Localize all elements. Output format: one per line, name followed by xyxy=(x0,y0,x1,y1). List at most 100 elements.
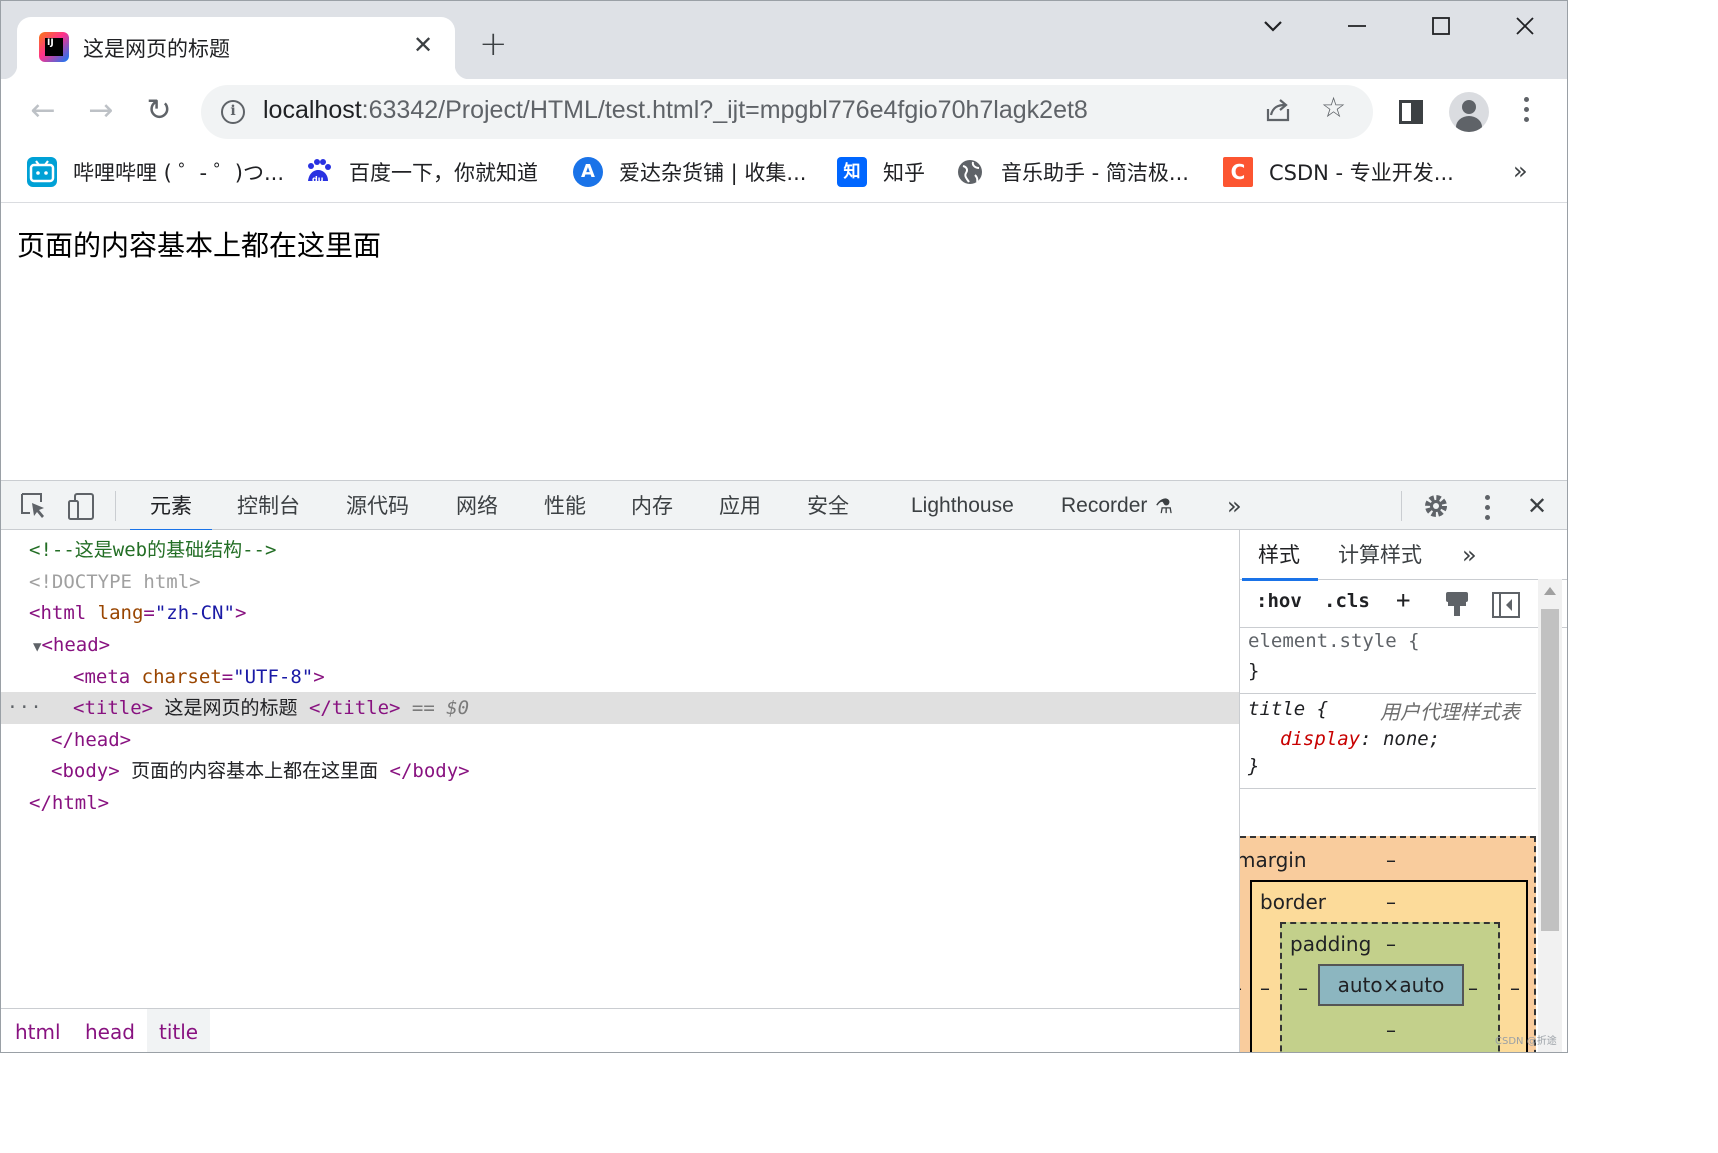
bookmarks-overflow-icon[interactable]: » xyxy=(1513,157,1528,185)
user-agent-stylesheet-label: 用户代理样式表 xyxy=(1380,700,1520,724)
bookmark-label: 音乐助手 - 简洁极... xyxy=(1001,161,1189,185)
tab-computed[interactable]: 计算样式 xyxy=(1338,530,1422,580)
site-info-icon[interactable]: i xyxy=(221,100,245,124)
breadcrumb-html[interactable]: html xyxy=(3,1009,73,1052)
element-style-rule[interactable]: element.style { xyxy=(1248,630,1420,652)
paint-brush-icon[interactable] xyxy=(1444,590,1470,622)
row-actions-icon[interactable]: ··· xyxy=(7,692,43,724)
window-close-icon[interactable] xyxy=(1505,13,1545,47)
lang-value: "zh-CN" xyxy=(154,602,235,624)
dom-node-meta[interactable]: <meta charset="UTF-8"> xyxy=(1,661,1239,693)
border-label: border xyxy=(1260,890,1327,914)
browser-tab[interactable]: IJ 这是网页的标题 ✕ xyxy=(3,17,469,79)
maximize-icon[interactable] xyxy=(1421,13,1461,47)
breadcrumb-head[interactable]: head xyxy=(73,1009,147,1052)
dom-node-body[interactable]: <body> 页面的内容基本上都在这里面 </body> xyxy=(1,755,1239,787)
side-panel-icon[interactable] xyxy=(1399,100,1423,124)
rule-close-brace: } xyxy=(1248,755,1260,777)
tab-lighthouse[interactable]: Lighthouse xyxy=(911,481,1014,531)
bookmark-music[interactable]: 音乐助手 - 简洁极... xyxy=(955,155,1189,189)
lang-attribute: lang xyxy=(86,602,144,624)
bookmark-label: 哔哩哔哩 ( ゜- ゜)つ... xyxy=(73,161,285,185)
doctype-text: <!DOCTYPE html> xyxy=(29,571,201,593)
box-model-padding[interactable]: padding – – – – auto×auto xyxy=(1280,922,1500,1052)
dom-node-head[interactable]: ▼<head> xyxy=(1,629,1239,661)
display-declaration[interactable]: display: none; xyxy=(1280,728,1440,750)
padding-bottom-value: – xyxy=(1386,1018,1396,1042)
margin-top-value: – xyxy=(1386,848,1396,872)
browser-window: IJ 这是网页的标题 ✕ + ← → ↻ i localhost:63342/P… xyxy=(0,0,1568,1053)
box-model-border[interactable]: border – – – padding – – – – auto×auto xyxy=(1250,880,1528,1052)
cls-toggle[interactable]: .cls xyxy=(1324,590,1370,612)
address-bar[interactable]: i localhost:63342/Project/HTML/test.html… xyxy=(201,85,1373,139)
toolbar-divider xyxy=(1401,491,1402,521)
bookmark-bilibili[interactable]: 哔哩哔哩 ( ゜- ゜)つ... xyxy=(27,155,284,189)
dom-node-comment[interactable]: <!--这是web的基础结构--> xyxy=(1,534,1239,566)
padding-left-value: – xyxy=(1298,976,1308,1000)
tab-recorder[interactable]: Recorder xyxy=(1061,481,1147,531)
dom-node-title-selected[interactable]: ··· <title> 这是网页的标题 </title> == $0 xyxy=(1,692,1239,724)
tab-title: 这是网页的标题 xyxy=(83,37,230,61)
tab-styles[interactable]: 样式 xyxy=(1242,530,1318,581)
box-model-content[interactable]: auto×auto xyxy=(1318,964,1464,1006)
inspect-element-icon[interactable] xyxy=(19,491,49,521)
styles-scrollbar[interactable] xyxy=(1538,579,1562,1052)
dom-node-doctype[interactable]: <!DOCTYPE html> xyxy=(1,566,1239,598)
bookmark-star-icon[interactable]: ☆ xyxy=(1321,91,1346,124)
box-model-margin[interactable]: margin – – – border – – – padding – – – … xyxy=(1240,836,1536,1052)
settings-gear-icon[interactable] xyxy=(1421,491,1451,521)
tab-application[interactable]: 应用 xyxy=(719,481,761,531)
tab-close-icon[interactable]: ✕ xyxy=(413,31,433,59)
hov-toggle[interactable]: :hov xyxy=(1256,590,1302,612)
devtools-menu-icon[interactable] xyxy=(1483,495,1491,520)
bookmark-csdn[interactable]: C CSDN - 专业开发... xyxy=(1223,155,1454,189)
zhihu-icon: 知 xyxy=(837,157,867,187)
bookmark-aida[interactable]: A 爱达杂货铺 | 收集... xyxy=(573,155,806,189)
toggle-sidebar-icon[interactable] xyxy=(1492,592,1520,622)
dom-node-head-close[interactable]: </head> xyxy=(1,724,1239,756)
forward-icon[interactable]: → xyxy=(83,95,119,131)
rule-divider xyxy=(1240,693,1536,694)
more-tabs-icon[interactable]: » xyxy=(1227,481,1242,531)
html-tag: <html xyxy=(29,602,87,624)
charset-attribute: charset xyxy=(130,666,222,688)
globe-icon xyxy=(955,157,985,187)
scrollbar-thumb[interactable] xyxy=(1541,609,1559,931)
devtools-close-icon[interactable]: ✕ xyxy=(1527,481,1547,531)
styles-more-icon[interactable]: » xyxy=(1462,530,1477,580)
scroll-up-icon[interactable] xyxy=(1544,587,1556,595)
border-right-value: – xyxy=(1510,976,1520,1000)
tab-performance[interactable]: 性能 xyxy=(544,481,586,531)
minimize-icon[interactable] xyxy=(1337,13,1377,47)
tab-console[interactable]: 控制台 xyxy=(237,481,300,531)
share-icon[interactable] xyxy=(1263,95,1293,132)
tab-security[interactable]: 安全 xyxy=(807,481,849,531)
tab-network[interactable]: 网络 xyxy=(456,481,498,531)
bookmarks-bar: 哔哩哔哩 ( ゜- ゜)つ... du 百度一下，你就知道 A 爱达杂货铺 | … xyxy=(1,145,1567,203)
back-icon[interactable]: ← xyxy=(25,95,61,131)
tab-elements[interactable]: 元素 xyxy=(130,481,212,532)
bookmark-zhihu[interactable]: 知 知乎 xyxy=(837,155,925,189)
devtools-tab-bar: 元素 控制台 源代码 网络 性能 内存 应用 安全 Lighthouse Rec… xyxy=(1,480,1567,532)
title-rule-selector[interactable]: title { xyxy=(1248,698,1328,720)
padding-label: padding xyxy=(1290,932,1372,956)
csdn-icon: C xyxy=(1223,157,1253,187)
tab-search-icon[interactable] xyxy=(1253,13,1293,47)
dom-node-html[interactable]: <html lang="zh-CN"> xyxy=(1,597,1239,629)
url-text[interactable]: localhost:63342/Project/HTML/test.html?_… xyxy=(263,96,1088,125)
device-toolbar-icon[interactable] xyxy=(67,491,97,521)
new-tab-button[interactable]: + xyxy=(479,27,508,61)
browser-menu-icon[interactable] xyxy=(1522,97,1530,122)
head-close-tag: </head> xyxy=(51,729,132,751)
body-close-tag: </body> xyxy=(389,760,470,782)
breadcrumb-title[interactable]: title xyxy=(147,1009,211,1052)
tab-memory[interactable]: 内存 xyxy=(631,481,673,531)
profile-avatar[interactable] xyxy=(1449,92,1489,132)
bookmark-baidu[interactable]: du 百度一下，你就知道 xyxy=(303,155,538,189)
reload-icon[interactable]: ↻ xyxy=(141,95,177,131)
watermark: CSDN @折途 xyxy=(1495,1036,1557,1047)
tab-sources[interactable]: 源代码 xyxy=(346,481,409,531)
border-top-value: – xyxy=(1386,890,1396,914)
new-style-rule-icon[interactable]: + xyxy=(1396,586,1410,614)
dom-node-html-close[interactable]: </html> xyxy=(1,787,1239,819)
